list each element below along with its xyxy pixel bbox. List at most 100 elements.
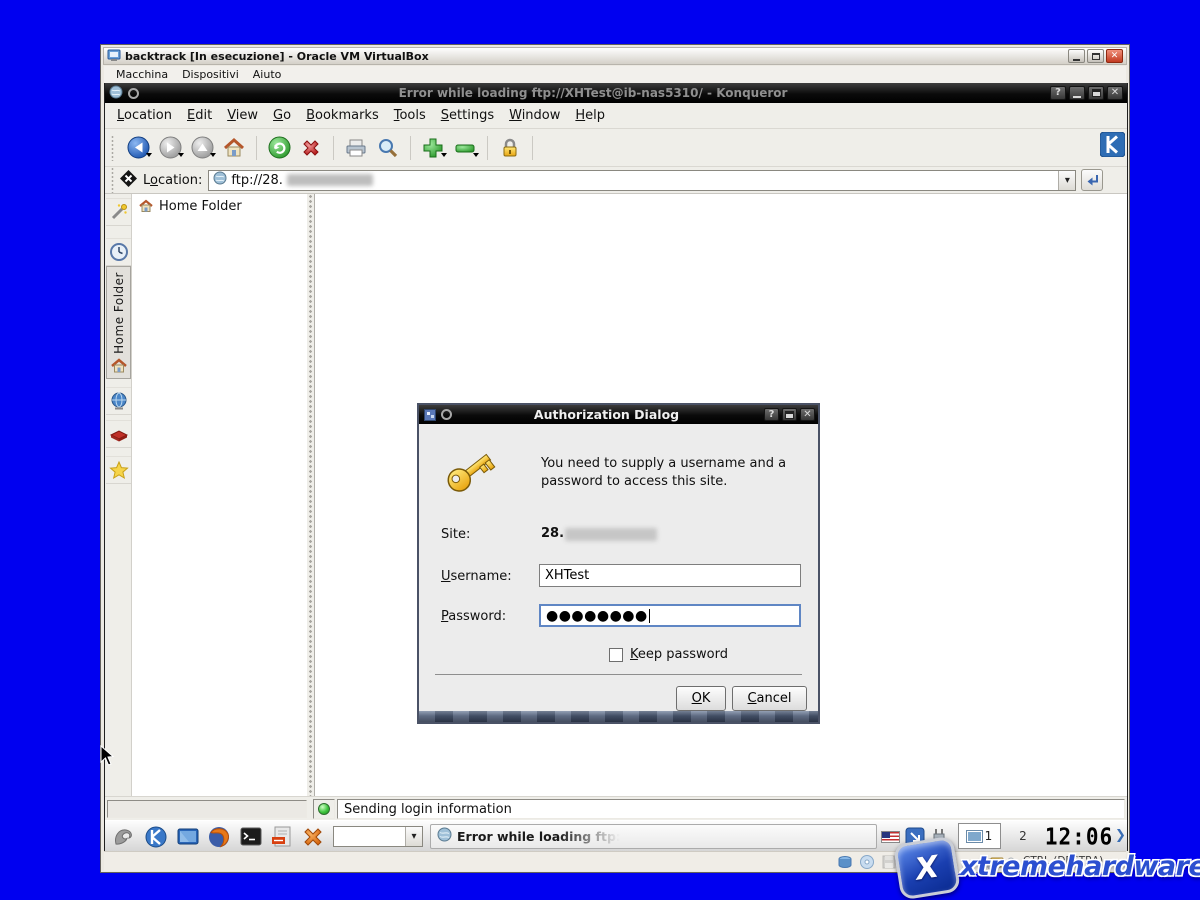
sidebar-item-home-folder[interactable]: Home Folder xyxy=(132,194,307,214)
zoom-out-button[interactable] xyxy=(452,135,478,161)
print-button[interactable] xyxy=(343,135,369,161)
menu-view[interactable]: View xyxy=(227,108,258,123)
konqueror-window-title: Error while loading ftp://XHTest@ib-nas5… xyxy=(139,86,1047,100)
combobox-dropdown-button[interactable]: ▾ xyxy=(405,827,422,846)
desktop-launcher[interactable] xyxy=(174,823,201,850)
find-button[interactable] xyxy=(375,135,401,161)
panel-hide-arrow[interactable]: ❯ xyxy=(1115,828,1126,843)
xchat-launcher[interactable] xyxy=(299,823,326,850)
xtremehardware-watermark: xtremehardware.it xyxy=(960,851,1200,882)
ftp-site-icon xyxy=(213,171,227,189)
window-pin-icon[interactable] xyxy=(441,409,452,420)
menu-bookmarks[interactable]: Bookmarks xyxy=(306,108,379,123)
reload-button[interactable] xyxy=(266,135,292,161)
menu-edit[interactable]: Edit xyxy=(187,108,212,123)
sidebar-tab-network[interactable] xyxy=(106,387,131,415)
menu-window[interactable]: Window xyxy=(509,108,560,123)
sidebar-panel: Home Folder xyxy=(132,194,307,796)
username-value: XHTest xyxy=(545,568,589,583)
firefox-launcher[interactable] xyxy=(205,823,232,850)
location-input[interactable]: ftp://28. ▾ xyxy=(208,170,1076,191)
sidebar-tab-history[interactable] xyxy=(106,238,131,266)
clear-location-icon[interactable] xyxy=(119,169,138,192)
authorization-dialog: Authorization Dialog ? ✕ You need to sup… xyxy=(417,403,820,724)
back-button[interactable] xyxy=(125,135,151,161)
toolbar-grip[interactable] xyxy=(111,167,114,193)
status-message-field: Sending login information xyxy=(337,799,1125,819)
mouse-cursor xyxy=(100,745,116,771)
kde-throbber-icon xyxy=(1100,132,1125,161)
dialog-close-button[interactable]: ✕ xyxy=(800,408,815,421)
dialog-separator xyxy=(435,674,802,675)
dialog-titlebar[interactable]: Authorization Dialog ? ✕ xyxy=(419,405,818,424)
vbox-menu-aiuto[interactable]: Aiuto xyxy=(253,68,282,81)
forward-button[interactable] xyxy=(157,135,183,161)
panel-combobox[interactable]: ▾ xyxy=(333,826,423,847)
menu-tools[interactable]: Tools xyxy=(394,108,426,123)
vbox-menu-macchina[interactable]: Macchina xyxy=(116,68,168,81)
maximize-icon xyxy=(1092,53,1100,60)
xtremehardware-logo: X xyxy=(893,836,961,900)
konsole-launcher[interactable] xyxy=(237,823,264,850)
sidebar-item-label: Home Folder xyxy=(159,199,242,214)
stop-button[interactable] xyxy=(298,135,324,161)
vbox-minimize-button[interactable] xyxy=(1068,49,1085,63)
window-pin-icon[interactable] xyxy=(128,88,139,99)
menu-settings[interactable]: Settings xyxy=(441,108,494,123)
sidebar-tab-bookmarks[interactable] xyxy=(106,456,131,484)
kmenu-button[interactable] xyxy=(110,823,137,850)
site-label: Site: xyxy=(441,527,470,542)
toolbar-separator xyxy=(256,136,257,160)
vbox-maximize-button[interactable] xyxy=(1087,49,1104,63)
menu-help[interactable]: Help xyxy=(575,108,605,123)
konqueror-launcher[interactable] xyxy=(142,823,169,850)
password-field[interactable]: ●●●●●●●● xyxy=(539,604,801,627)
green-led-icon xyxy=(318,803,330,815)
taskbar-task-konqueror[interactable]: Error while loading ftp:/ xyxy=(430,824,877,849)
konqueror-window: Error while loading ftp://XHTest@ib-nas5… xyxy=(104,83,1128,851)
cancel-button[interactable]: Cancel xyxy=(732,686,807,711)
home-button[interactable] xyxy=(221,135,247,161)
logo-letter: X xyxy=(913,849,941,887)
sidebar-status-field xyxy=(107,800,307,818)
konqueror-statusbar: Sending login information xyxy=(105,796,1127,820)
konqueror-maximize-button[interactable] xyxy=(1088,86,1104,100)
toolbar-separator xyxy=(532,136,533,160)
vbox-menu-dispositivi[interactable]: Dispositivi xyxy=(182,68,239,81)
panel-clock[interactable]: 12:06 xyxy=(1046,823,1112,850)
konqueror-minimize-button[interactable] xyxy=(1069,86,1085,100)
pager-desktop-2[interactable]: 2 xyxy=(1002,823,1044,849)
toolbar-grip[interactable] xyxy=(111,135,114,161)
sidebar-tab-home-folder[interactable]: Home Folder xyxy=(106,266,131,379)
site-value: 28. xyxy=(541,526,564,541)
konqueror-close-button[interactable]: ✕ xyxy=(1107,86,1123,100)
sidebar-splitter[interactable] xyxy=(307,194,314,796)
location-dropdown-button[interactable]: ▾ xyxy=(1058,171,1075,190)
ok-button[interactable]: OK xyxy=(676,686,726,711)
konqueror-locationbar: Location: ftp://28. ▾ xyxy=(105,167,1127,194)
vbox-titlebar[interactable]: backtrack [In esecuzione] - Oracle VM Vi… xyxy=(103,47,1127,65)
menu-location[interactable]: Location xyxy=(117,108,172,123)
konqueror-help-button[interactable]: ? xyxy=(1050,86,1066,100)
dialog-help-button[interactable]: ? xyxy=(764,408,779,421)
sidebar-tab-wizard[interactable] xyxy=(106,198,131,226)
security-lock-button[interactable] xyxy=(497,135,523,161)
vbox-close-button[interactable]: ✕ xyxy=(1106,49,1123,63)
go-button[interactable] xyxy=(1081,169,1103,191)
konqueror-titlebar[interactable]: Error while loading ftp://XHTest@ib-nas5… xyxy=(105,83,1127,103)
sidebar-tab-root-folder[interactable] xyxy=(106,420,131,448)
zoom-in-button[interactable] xyxy=(420,135,446,161)
vbox-harddisk-icon[interactable] xyxy=(837,854,853,874)
rss-launcher[interactable] xyxy=(268,823,295,850)
key-icon xyxy=(439,441,501,505)
vbox-cdrom-icon[interactable] xyxy=(859,854,875,874)
pager-desktop-1[interactable]: 1 xyxy=(958,823,1001,849)
keep-password-label[interactable]: Keep password xyxy=(630,647,728,662)
keep-password-checkbox[interactable] xyxy=(609,648,623,662)
kde-panel: ▾ Error while loading ftp:/ 1 2 12:06 ❯ xyxy=(105,820,1127,851)
up-button[interactable] xyxy=(189,135,215,161)
menu-go[interactable]: Go xyxy=(273,108,291,123)
dialog-maximize-button[interactable] xyxy=(782,408,797,421)
username-field[interactable]: XHTest xyxy=(539,564,801,587)
text-cursor xyxy=(649,609,651,623)
